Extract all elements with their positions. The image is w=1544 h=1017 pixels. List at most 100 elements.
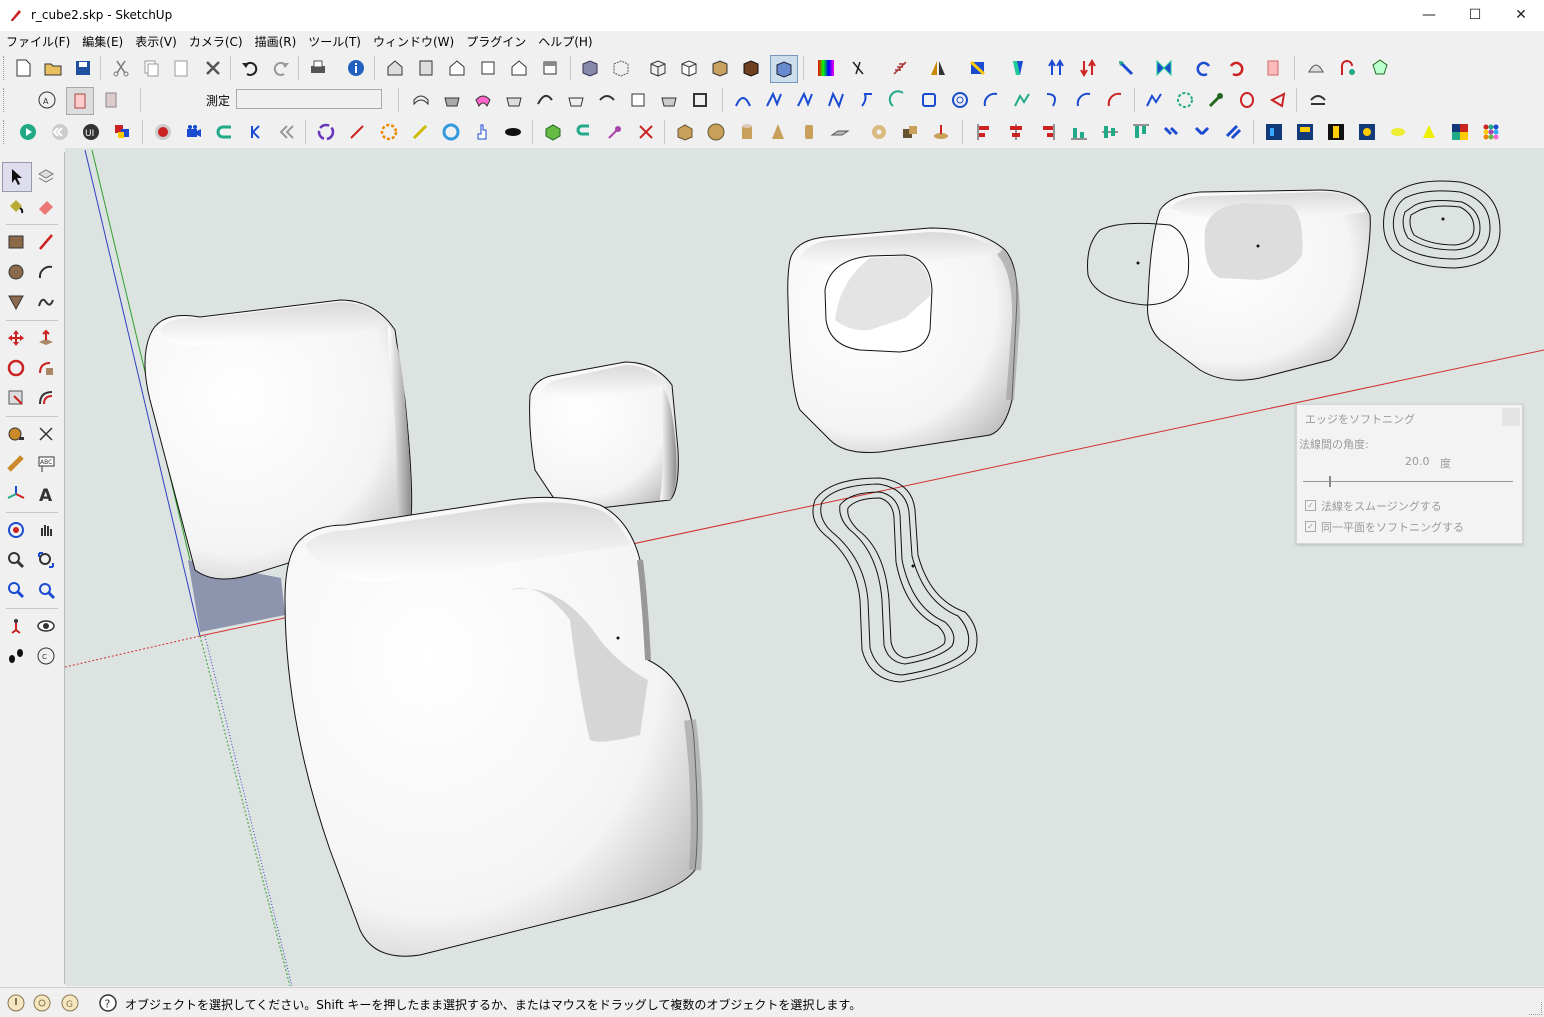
curve-tool-14-icon[interactable] xyxy=(1141,87,1167,113)
smooth-normals-checkbox[interactable]: ✓ xyxy=(1305,500,1316,511)
section-plane-icon[interactable]: A xyxy=(34,87,60,113)
outline-loop-2[interactable] xyxy=(1383,180,1501,269)
scale-diagonal-icon[interactable] xyxy=(1113,55,1139,81)
magnet-green-icon[interactable] xyxy=(571,119,597,145)
curve-tool-9-icon[interactable] xyxy=(978,87,1004,113)
color-palette-icon[interactable] xyxy=(813,55,839,81)
back-edges-icon[interactable] xyxy=(608,55,634,81)
toolbar-grip[interactable] xyxy=(3,56,7,80)
text-icon[interactable]: ABC xyxy=(32,450,60,478)
record-icon[interactable] xyxy=(150,119,176,145)
toolbar-grip[interactable] xyxy=(3,88,7,112)
curve-tool-6-icon[interactable] xyxy=(885,87,911,113)
paint-bucket-icon[interactable] xyxy=(2,192,30,220)
redo-icon[interactable] xyxy=(268,55,294,81)
paint-face-icon[interactable] xyxy=(965,55,991,81)
curve-tool-15-icon[interactable] xyxy=(1172,87,1198,113)
credits-icon[interactable] xyxy=(28,989,56,1017)
box-icon[interactable] xyxy=(672,119,698,145)
xray-icon[interactable] xyxy=(577,55,603,81)
save-icon[interactable] xyxy=(70,55,96,81)
dashed-circle-icon[interactable] xyxy=(376,119,402,145)
align-center-icon[interactable] xyxy=(1003,119,1029,145)
menu-file[interactable]: ファイル(F) xyxy=(0,31,76,51)
rounded-cube-4[interactable] xyxy=(787,227,1021,453)
render-4-icon[interactable] xyxy=(1354,119,1380,145)
curve-tool-13-icon[interactable] xyxy=(1102,87,1128,113)
follow-me-icon[interactable] xyxy=(32,354,60,382)
iso-view-icon[interactable] xyxy=(382,55,408,81)
rounded-cube-2[interactable] xyxy=(529,361,679,509)
new-file-icon[interactable] xyxy=(10,55,36,81)
freehand-icon[interactable] xyxy=(32,288,60,316)
front-view-icon[interactable] xyxy=(444,55,470,81)
menu-draw[interactable]: 描画(R) xyxy=(249,31,303,51)
camera-icon[interactable] xyxy=(181,119,207,145)
paste-icon[interactable] xyxy=(168,55,194,81)
curve-tool-4-icon[interactable] xyxy=(823,87,849,113)
surface-tool-3-icon[interactable] xyxy=(470,87,496,113)
prev-icon[interactable] xyxy=(243,119,269,145)
render-7-icon[interactable] xyxy=(1447,119,1473,145)
make-component-icon[interactable] xyxy=(32,162,60,190)
push-pull-icon[interactable] xyxy=(32,324,60,352)
align-middle-icon[interactable] xyxy=(1097,119,1123,145)
menu-camera[interactable]: カメラ(C) xyxy=(183,31,249,51)
render-8-icon[interactable] xyxy=(1478,119,1504,145)
right-view-icon[interactable] xyxy=(475,55,501,81)
erase-face-icon[interactable] xyxy=(1261,55,1287,81)
flip-icon[interactable] xyxy=(1005,55,1031,81)
rotate-ccw-icon[interactable] xyxy=(1191,55,1217,81)
align-top-icon[interactable] xyxy=(1128,119,1154,145)
rotate-icon[interactable] xyxy=(2,354,30,382)
surface-tool-9-icon[interactable] xyxy=(656,87,682,113)
refresh-icon[interactable] xyxy=(438,119,464,145)
curve-tool-17-icon[interactable] xyxy=(1234,87,1260,113)
tube-icon[interactable] xyxy=(796,119,822,145)
curve-tool-8-icon[interactable] xyxy=(947,87,973,113)
curve-tool-1-icon[interactable] xyxy=(730,87,756,113)
pencil-yellow-icon[interactable] xyxy=(407,119,433,145)
menu-view[interactable]: 表示(V) xyxy=(129,31,183,51)
zoom-extents-icon[interactable] xyxy=(32,576,60,604)
arc-bridge-icon[interactable] xyxy=(1305,87,1331,113)
menu-plugins[interactable]: プラグイン xyxy=(460,31,532,51)
mirror-icon[interactable] xyxy=(925,55,951,81)
walk-icon[interactable] xyxy=(2,642,30,670)
sphere-icon[interactable] xyxy=(703,119,729,145)
torus-icon[interactable] xyxy=(866,119,892,145)
angle-slider-thumb[interactable] xyxy=(1329,476,1331,487)
model-info-icon[interactable] xyxy=(343,55,369,81)
select-icon[interactable] xyxy=(2,162,32,192)
tape-measure-icon[interactable] xyxy=(2,420,30,448)
render-1-icon[interactable] xyxy=(1261,119,1287,145)
line-icon[interactable] xyxy=(32,228,60,256)
surface-tool-4-icon[interactable] xyxy=(501,87,527,113)
distribute-2-icon[interactable] xyxy=(1190,119,1216,145)
delete-icon[interactable] xyxy=(200,55,226,81)
polygon-icon[interactable] xyxy=(2,288,30,316)
magnet-icon[interactable] xyxy=(212,119,238,145)
rounded-cube-3[interactable] xyxy=(284,496,703,957)
move-icon[interactable] xyxy=(2,324,30,352)
curve-tool-18-icon[interactable] xyxy=(1265,87,1291,113)
axes-icon[interactable] xyxy=(2,480,30,508)
hand-point-icon[interactable] xyxy=(469,119,495,145)
circle-icon[interactable] xyxy=(2,258,30,286)
render-6-icon[interactable] xyxy=(1416,119,1442,145)
spring-tool-icon[interactable] xyxy=(887,55,913,81)
dimension-icon[interactable] xyxy=(32,420,60,448)
menu-help[interactable]: ヘルプ(H) xyxy=(532,31,598,51)
dialog-close-button[interactable] xyxy=(1502,408,1520,426)
curve-tool-11-icon[interactable] xyxy=(1040,87,1066,113)
helix-icon[interactable] xyxy=(897,119,923,145)
cone-icon[interactable] xyxy=(765,119,791,145)
maximize-button[interactable]: ☐ xyxy=(1452,0,1498,31)
menu-edit[interactable]: 編集(E) xyxy=(76,31,129,51)
pan-icon[interactable] xyxy=(32,516,60,544)
curve-tool-5-icon[interactable] xyxy=(854,87,880,113)
surface-tool-8-icon[interactable] xyxy=(625,87,651,113)
surface-tool-10-icon[interactable] xyxy=(687,87,713,113)
scale-icon[interactable] xyxy=(2,384,30,412)
rounded-cube-5[interactable] xyxy=(1147,189,1371,381)
